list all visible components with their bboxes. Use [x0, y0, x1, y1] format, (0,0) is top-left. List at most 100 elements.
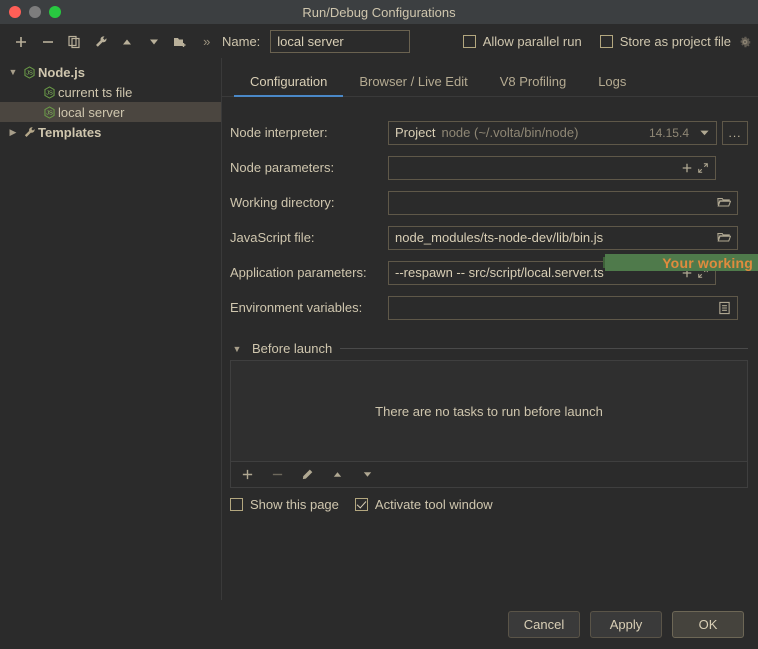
node-interpreter-browse-button[interactable]: ... [722, 120, 748, 145]
tab-bar: Configuration Browser / Live Edit V8 Pro… [222, 66, 758, 97]
nodejs-icon: JS [20, 65, 38, 79]
tree-item-templates[interactable]: ▶ Templates [0, 122, 221, 142]
store-as-project-file-option[interactable]: Store as project file [599, 34, 752, 49]
before-launch-separator [340, 348, 748, 349]
before-launch-task-list[interactable]: There are no tasks to run before launch [230, 360, 748, 462]
chevron-right-icon[interactable]: ▶ [6, 127, 20, 138]
environment-variables-label: Environment variables: [230, 300, 363, 315]
environment-variables-input[interactable] [388, 295, 738, 320]
window-titlebar: Run/Debug Configurations [0, 0, 758, 25]
overflow-icon[interactable]: » [200, 34, 215, 50]
before-launch-header[interactable]: ▼ Before launch [230, 341, 748, 356]
show-this-page-label: Show this page [250, 497, 339, 512]
tree-item-local-server[interactable]: JS local server [0, 102, 221, 122]
svg-text:JS: JS [26, 70, 33, 76]
environment-variables-row: Environment variables: [230, 290, 748, 325]
store-as-project-file-checkbox[interactable] [599, 35, 613, 48]
new-folder-icon[interactable] [173, 34, 188, 50]
activate-tool-window-label: Activate tool window [374, 497, 493, 512]
minimize-window-button[interactable] [29, 6, 41, 18]
dialog-footer: Cancel Apply OK [0, 600, 758, 649]
svg-text:JS: JS [46, 90, 53, 96]
node-interpreter-row: Node interpreter: Project node (~/.volta… [230, 115, 748, 150]
launch-options: Show this page Activate tool window [230, 497, 758, 512]
javascript-file-row: JavaScript file: node_modules/ts-node-de… [230, 220, 748, 255]
remove-icon[interactable] [41, 34, 56, 50]
working-directory-annotation: Your working DIR [605, 254, 758, 271]
add-task-icon[interactable] [239, 467, 255, 483]
activate-tool-window-checkbox[interactable] [354, 498, 368, 511]
before-launch-toolbar [230, 462, 748, 488]
edit-task-icon[interactable] [299, 467, 315, 483]
name-label: Name: [222, 34, 261, 49]
move-task-up-icon[interactable] [329, 467, 345, 483]
before-launch-empty-message: There are no tasks to run before launch [375, 403, 603, 419]
nodejs-icon: JS [40, 105, 58, 119]
tab-configuration[interactable]: Configuration [234, 74, 344, 97]
allow-parallel-run-option[interactable]: Allow parallel run [462, 34, 582, 49]
node-parameters-row: Node parameters: [230, 150, 748, 185]
add-icon[interactable] [14, 34, 29, 50]
javascript-file-label: JavaScript file: [230, 230, 315, 245]
cancel-button[interactable]: Cancel [508, 611, 580, 638]
node-interpreter-value: node (~/.volta/bin/node) [441, 125, 579, 140]
tree-item-label: Templates [38, 124, 102, 140]
list-icon[interactable] [718, 301, 731, 315]
remove-task-icon [269, 467, 285, 483]
chevron-down-icon[interactable] [699, 127, 710, 138]
ok-button[interactable]: OK [672, 611, 744, 638]
apply-button[interactable]: Apply [590, 611, 662, 638]
configurations-tree: ▼ JS Node.js JS current ts file JS local… [0, 58, 222, 633]
node-interpreter-label: Node interpreter: [230, 125, 328, 140]
application-parameters-label: Application parameters: [230, 265, 367, 280]
javascript-file-value: node_modules/ts-node-dev/lib/bin.js [395, 230, 604, 245]
folder-icon[interactable] [717, 231, 731, 244]
tree-item-label: current ts file [58, 84, 133, 100]
add-icon[interactable] [681, 162, 693, 174]
move-up-icon[interactable] [120, 34, 135, 50]
close-window-button[interactable] [9, 6, 21, 18]
store-as-project-file-label: Store as project file [619, 34, 731, 49]
move-task-down-icon[interactable] [359, 467, 375, 483]
show-this-page-checkbox[interactable] [230, 498, 243, 511]
move-down-icon[interactable] [147, 34, 162, 50]
allow-parallel-run-checkbox[interactable] [462, 35, 476, 48]
working-directory-input[interactable] [388, 190, 738, 215]
configuration-form: Node interpreter: Project node (~/.volta… [222, 97, 758, 325]
nodejs-icon: JS [40, 85, 58, 99]
working-directory-row: Working directory: [230, 185, 748, 220]
wrench-icon[interactable] [94, 34, 109, 50]
triangle-down-icon[interactable]: ▼ [230, 344, 244, 354]
top-toolbar: » Name: Allow parallel run Store as proj… [0, 25, 758, 58]
node-parameters-input[interactable] [388, 155, 716, 180]
window-controls [9, 0, 61, 24]
working-directory-label: Working directory: [230, 195, 335, 210]
folder-icon[interactable] [717, 196, 731, 209]
node-parameters-label: Node parameters: [230, 160, 335, 175]
wrench-icon [20, 126, 38, 139]
activate-tool-window-option[interactable]: Activate tool window [354, 497, 493, 512]
javascript-file-input[interactable]: node_modules/ts-node-dev/lib/bin.js [388, 225, 738, 250]
run-debug-configurations-dialog: Run/Debug Configurations » Name: local s… [0, 0, 758, 649]
chevron-down-icon[interactable]: ▼ [6, 67, 20, 77]
tree-item-nodejs[interactable]: ▼ JS Node.js [0, 62, 221, 82]
expand-icon[interactable] [697, 162, 709, 174]
dialog-body: ▼ JS Node.js JS current ts file JS local… [0, 58, 758, 633]
zoom-window-button[interactable] [49, 6, 61, 18]
show-this-page-option[interactable]: Show this page [230, 497, 339, 512]
node-interpreter-combo[interactable]: Project node (~/.volta/bin/node) 14.15.4 [388, 120, 717, 145]
allow-parallel-run-label: Allow parallel run [482, 34, 582, 49]
tab-browser-live-edit[interactable]: Browser / Live Edit [343, 74, 483, 96]
gear-icon[interactable] [738, 35, 752, 49]
copy-icon[interactable] [67, 34, 82, 50]
tab-logs[interactable]: Logs [582, 74, 642, 96]
window-title: Run/Debug Configurations [302, 4, 456, 20]
tree-item-current-ts-file[interactable]: JS current ts file [0, 82, 221, 102]
tree-item-label: local server [58, 104, 125, 120]
toolbar-options: Allow parallel run Store as project file [462, 25, 752, 58]
tab-v8-profiling[interactable]: V8 Profiling [484, 74, 582, 96]
configuration-panel: Configuration Browser / Live Edit V8 Pro… [222, 58, 758, 633]
before-launch-title: Before launch [252, 341, 333, 356]
tree-item-label: Node.js [38, 64, 85, 80]
name-input[interactable] [270, 30, 411, 53]
